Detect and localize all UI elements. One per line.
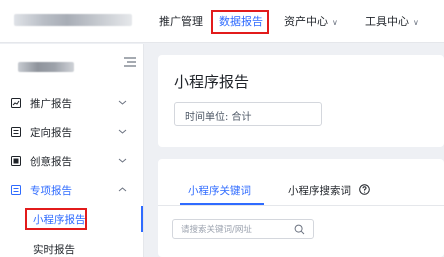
sidebar-item-promotion-report[interactable]: 推广报告 xyxy=(0,89,143,117)
creative-icon xyxy=(11,156,21,166)
search-icon[interactable] xyxy=(294,224,305,235)
chevron-down-icon xyxy=(118,100,127,105)
nav-promotion-management[interactable]: 推广管理 xyxy=(159,0,203,43)
nav-tool-center[interactable]: 工具中心 ∨ xyxy=(365,0,419,43)
keyword-search-box[interactable] xyxy=(172,219,314,239)
sidebar-item-targeting-report[interactable]: 定向报告 xyxy=(0,118,143,146)
time-unit-select[interactable]: 时间单位: 合计 xyxy=(174,102,322,126)
sidebar-item-creative-report[interactable]: 创意报告 xyxy=(0,147,143,175)
help-icon[interactable] xyxy=(359,184,371,195)
search-input[interactable] xyxy=(181,223,289,236)
nav-label: 资产中心 xyxy=(284,15,328,28)
tab-mini-program-search-terms[interactable]: 小程序搜索词 xyxy=(288,183,371,198)
chevron-down-icon xyxy=(118,129,127,134)
tab-mini-program-keywords[interactable]: 小程序关键词 xyxy=(188,183,251,198)
active-indicator xyxy=(141,206,143,232)
report-header-card: 小程序报告 时间单位: 合计 xyxy=(158,55,444,147)
sidebar: 推广报告 定向报告 创意报告 专项报告 小程序报告 实时报告 xyxy=(0,44,144,257)
report-content-card: 小程序关键词 小程序搜索词 xyxy=(158,159,444,257)
special-icon xyxy=(11,185,21,195)
menu-collapse-icon[interactable] xyxy=(124,57,136,67)
account-name xyxy=(18,62,74,72)
highlight-box xyxy=(211,10,269,34)
chevron-up-icon xyxy=(118,187,127,192)
chevron-down-icon xyxy=(118,158,127,163)
sidebar-item-label: 定向报告 xyxy=(30,127,72,139)
sidebar-item-label: 推广报告 xyxy=(30,98,72,110)
tab-label: 小程序搜索词 xyxy=(288,185,351,197)
divider xyxy=(158,205,444,206)
highlight-box xyxy=(25,208,87,230)
nav-asset-center[interactable]: 资产中心 ∨ xyxy=(284,0,338,43)
nav-label: 工具中心 xyxy=(365,15,409,28)
top-navigation-bar: 推广管理 数据报告 资产中心 ∨ 工具中心 ∨ xyxy=(0,0,444,43)
page-title: 小程序报告 xyxy=(174,73,250,91)
target-icon xyxy=(11,127,21,137)
nav-label: 推广管理 xyxy=(159,15,203,28)
time-unit-value: 时间单位: 合计 xyxy=(185,112,252,123)
logo[interactable] xyxy=(14,14,132,26)
sidebar-subitem-realtime-report[interactable]: 实时报告 xyxy=(0,236,143,257)
sidebar-subitem-label: 实时报告 xyxy=(33,244,75,256)
chevron-down-icon: ∨ xyxy=(413,18,419,27)
sidebar-item-label: 专项报告 xyxy=(30,185,72,197)
sidebar-item-special-report[interactable]: 专项报告 xyxy=(0,176,143,204)
tab-label: 小程序关键词 xyxy=(188,185,251,197)
chart-icon xyxy=(11,98,21,108)
chevron-down-icon: ∨ xyxy=(332,18,338,27)
sidebar-item-label: 创意报告 xyxy=(30,156,72,168)
